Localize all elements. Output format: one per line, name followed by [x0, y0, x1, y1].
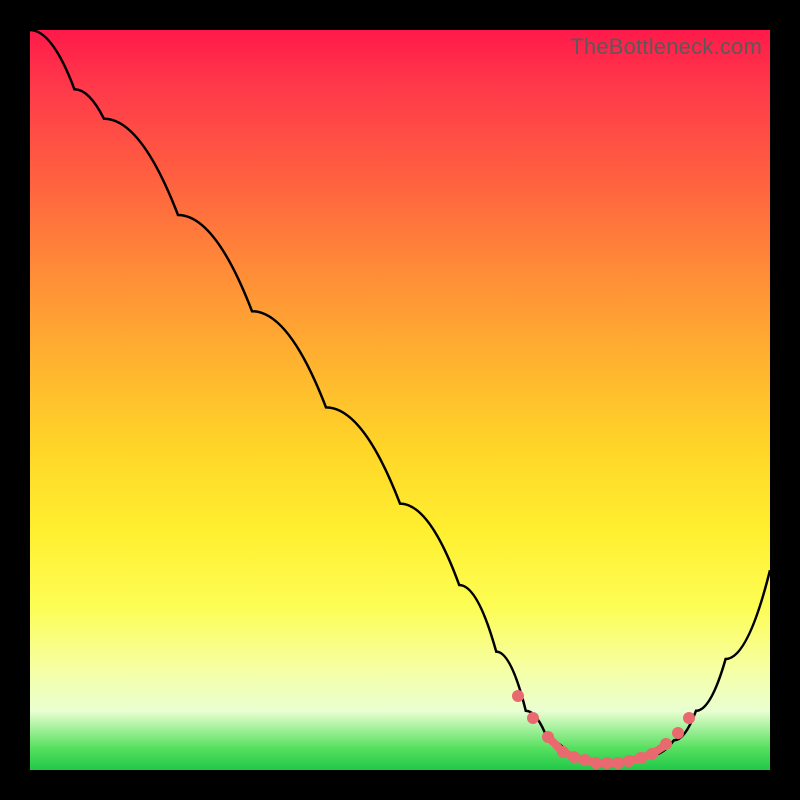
highlight-segment — [649, 741, 668, 757]
highlight-dot — [683, 712, 695, 724]
highlight-dot — [512, 690, 524, 702]
watermark-text: TheBottleneck.com — [570, 34, 762, 60]
plot-area: TheBottleneck.com — [30, 30, 770, 770]
highlight-dot — [527, 712, 539, 724]
highlight-segment — [607, 759, 618, 767]
chart-stage: TheBottleneck.com — [0, 0, 800, 800]
highlight-segment — [596, 759, 607, 767]
bottleneck-curve — [30, 30, 770, 763]
curve-svg — [30, 30, 770, 770]
highlight-dot — [672, 727, 684, 739]
